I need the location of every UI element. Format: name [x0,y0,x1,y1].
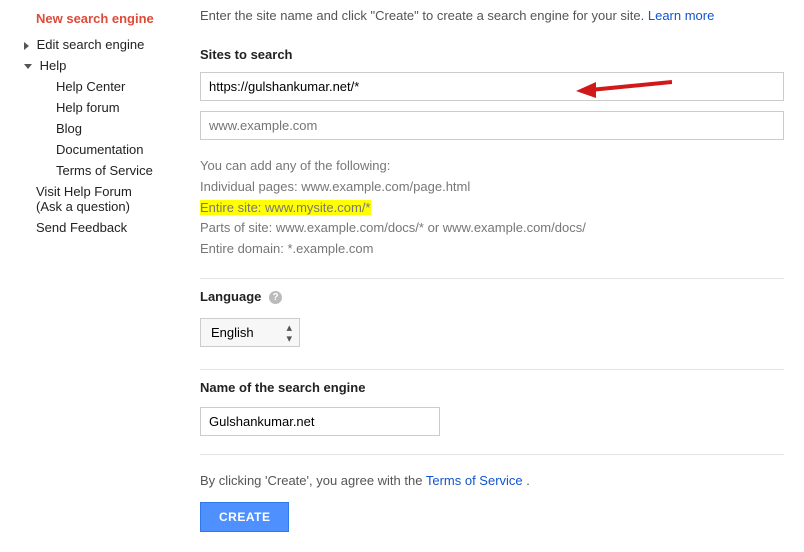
chevron-down-icon [24,64,32,69]
chevron-right-icon [24,42,29,50]
nav-send-feedback[interactable]: Send Feedback [20,217,190,238]
help-entire-site-val: www.mysite.com/* [261,200,370,215]
sites-help-text: You can add any of the following: Indivi… [200,156,784,260]
agree-pre: By clicking 'Create', you agree with the [200,473,426,488]
help-entire-site-label: Entire site: [200,200,261,215]
language-label-row: Language ? [200,278,784,304]
nav-edit-search-engine[interactable]: Edit search engine [20,34,190,55]
nav-visit-help-forum[interactable]: Visit Help Forum (Ask a question) [20,181,190,217]
help-intro: You can add any of the following: [200,156,784,177]
help-parts-label: Parts of site: [200,220,272,235]
help-domain-label: Entire domain: [200,241,284,256]
nav-terms-of-service[interactable]: Terms of Service [20,160,190,181]
nav-blog[interactable]: Blog [20,118,190,139]
sidebar: New search engine Edit search engine Hel… [0,0,190,552]
site-input[interactable] [200,72,784,101]
intro-body: Enter the site name and click "Create" t… [200,8,648,23]
help-individual-val: www.example.com/page.html [298,179,471,194]
create-button[interactable]: CREATE [200,502,289,532]
agree-post: . [526,473,530,488]
help-individual-label: Individual pages: [200,179,298,194]
main-content: Enter the site name and click "Create" t… [190,0,804,552]
intro-text: Enter the site name and click "Create" t… [200,8,784,23]
help-parts-val: www.example.com/docs/* or www.example.co… [272,220,586,235]
sites-to-search-label: Sites to search [200,47,784,62]
site-placeholder-input[interactable] [200,111,784,140]
name-label: Name of the search engine [200,369,784,395]
nav-help-forum[interactable]: Help forum [20,97,190,118]
language-select-button[interactable]: English [200,318,300,347]
terms-of-service-link[interactable]: Terms of Service [426,473,523,488]
nav-edit-label: Edit search engine [37,37,145,52]
help-icon[interactable]: ? [269,291,282,304]
nav-help[interactable]: Help [20,55,190,76]
help-entire-site: Entire site: www.mysite.com/* [200,200,371,215]
nav-help-label: Help [40,58,67,73]
visit-forum-line1: Visit Help Forum [36,184,132,199]
nav-new-search-engine[interactable]: New search engine [20,8,190,34]
engine-name-input[interactable] [200,407,440,436]
learn-more-link[interactable]: Learn more [648,8,714,23]
language-select[interactable]: English ▴▾ [200,318,300,347]
select-caret-icon: ▴▾ [286,323,292,345]
agree-text: By clicking 'Create', you agree with the… [200,454,784,488]
nav-help-center[interactable]: Help Center [20,76,190,97]
nav-documentation[interactable]: Documentation [20,139,190,160]
language-label: Language [200,289,261,304]
help-domain-val: *.example.com [284,241,374,256]
visit-forum-line2: (Ask a question) [36,199,130,214]
